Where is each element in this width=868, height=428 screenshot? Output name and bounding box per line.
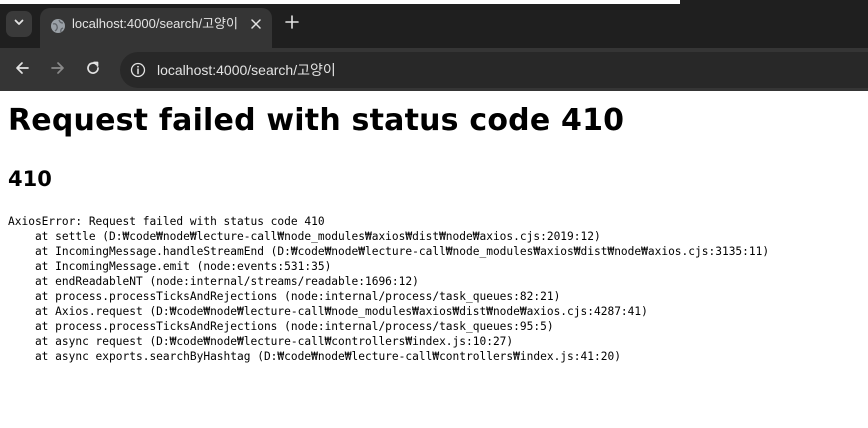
reload-button[interactable] (80, 57, 106, 83)
browser-toolbar: localhost:4000/search/고양이 (0, 48, 868, 91)
site-info-icon[interactable] (130, 62, 146, 78)
stack-line: at endReadableNT (node:internal/streams/… (8, 275, 419, 288)
stack-line: at Axios.request (D:₩code₩node₩lecture-c… (8, 305, 648, 318)
globe-icon (50, 18, 66, 34)
stack-line: at async exports.searchByHashtag (D:₩cod… (8, 350, 621, 363)
stack-line: at IncomingMessage.handleStreamEnd (D:₩c… (8, 245, 770, 258)
back-button[interactable] (9, 57, 35, 83)
address-bar[interactable]: localhost:4000/search/고양이 (120, 52, 868, 88)
error-status-code: 410 (8, 167, 52, 191)
stack-line: AxiosError: Request failed with status c… (8, 215, 325, 228)
error-stack-trace: AxiosError: Request failed with status c… (8, 214, 769, 364)
close-icon[interactable] (248, 16, 264, 32)
plus-icon (285, 14, 299, 34)
forward-button[interactable] (45, 57, 71, 83)
stack-line: at settle (D:₩code₩node₩lecture-call₩nod… (8, 230, 601, 243)
tab-strip: localhost:4000/search/고양이 (0, 0, 868, 48)
tab-search-button[interactable] (6, 11, 32, 37)
stack-line: at async request (D:₩code₩node₩lecture-c… (8, 335, 514, 348)
new-tab-button[interactable] (280, 12, 304, 36)
arrow-left-icon (14, 60, 30, 81)
tab-title: localhost:4000/search/고양이 (72, 16, 238, 31)
reload-icon (85, 60, 101, 81)
address-bar-url: localhost:4000/search/고양이 (157, 62, 336, 78)
stack-line: at IncomingMessage.emit (node:events:531… (8, 260, 332, 273)
browser-tab-active[interactable]: localhost:4000/search/고양이 (40, 8, 272, 48)
error-heading: Request failed with status code 410 (8, 103, 625, 138)
arrow-right-icon (50, 60, 66, 81)
window-top-edge-dark (680, 0, 868, 4)
stack-line: at process.processTicksAndRejections (no… (8, 290, 561, 303)
stack-line: at process.processTicksAndRejections (no… (8, 320, 554, 333)
chevron-down-icon (13, 15, 25, 33)
